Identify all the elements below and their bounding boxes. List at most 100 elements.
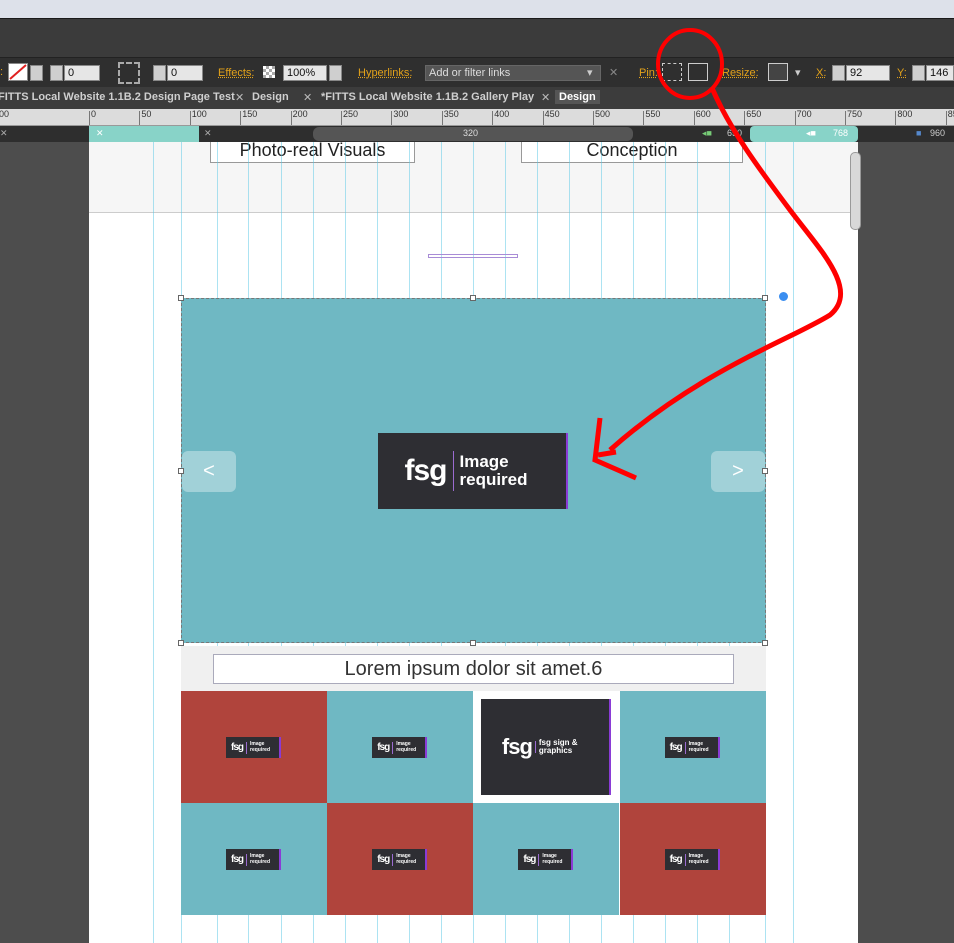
ruler-label: 100 [191, 109, 207, 119]
tab-design-active[interactable]: Design [555, 90, 600, 104]
image-required-text: Image required [250, 741, 271, 753]
no-fill-icon [9, 64, 27, 80]
ruler-label: 50 [141, 109, 152, 119]
thumbnail-item[interactable]: fsg Image required [181, 803, 327, 915]
ruler-label: 250 [343, 109, 359, 119]
ruler-label: 500 [595, 109, 611, 119]
fill-dropdown-chevron-down-icon[interactable] [30, 65, 43, 81]
document-tab-bar: FITTS Local Website 1.1B.2 Design Page T… [0, 87, 954, 109]
tab-gallery-test[interactable]: FITTS Local Website 1.1B.2 Design Page T… [0, 91, 235, 103]
logo-separator [538, 853, 540, 866]
ruler-label: 00 [0, 109, 10, 119]
ruler-tick [643, 111, 645, 125]
thumbnail-item[interactable]: fsg fsg sign & graphics [473, 691, 620, 803]
tab-close-icon[interactable]: ✕ [303, 91, 312, 104]
resize-label[interactable]: Resize: [722, 67, 759, 79]
fill-label-fragment: : [0, 66, 4, 78]
column-guide [153, 142, 154, 943]
vertical-scrollbar[interactable] [850, 152, 861, 230]
opacity-checker-icon [263, 66, 275, 78]
breakpoint-marker-icon[interactable]: ◂■ [702, 128, 712, 139]
logo-separator [684, 853, 686, 866]
fsg-logo: fsg [231, 854, 244, 865]
control-bar: : 0 0 Effects: 100% Hyperlinks: Add or f… [0, 57, 954, 87]
ruler-tick [189, 111, 191, 125]
breakpoint-remove-icon[interactable]: ✕ [96, 128, 104, 139]
ruler-tick [240, 111, 242, 125]
corner-radius-input[interactable]: 0 [167, 65, 203, 81]
thumbnail-placeholder-image: fsg Image required [226, 849, 281, 870]
tab-close-icon[interactable]: ✕ [235, 91, 244, 104]
fsg-logo: fsg [377, 742, 390, 753]
ruler-label: 550 [645, 109, 661, 119]
tab-design[interactable]: Design [252, 91, 289, 103]
effects-label[interactable]: Effects: [218, 67, 254, 79]
thumbnail-item[interactable]: fsg Image required [327, 803, 474, 915]
breakpoint-remove-icon[interactable]: ✕ [204, 128, 212, 139]
stroke-stepper[interactable] [50, 65, 63, 81]
thumbnail-placeholder-image: fsg Image required [226, 737, 281, 758]
breakpoint-768-marker-icon[interactable]: ◂■ [806, 128, 816, 139]
ruler-tick [542, 111, 544, 125]
corner-stepper[interactable] [153, 65, 166, 81]
tab-close-icon[interactable]: ✕ [541, 91, 550, 104]
breakpoint-min-range[interactable] [89, 126, 199, 142]
ruler-label: 750 [847, 109, 863, 119]
ruler-tick [945, 111, 947, 125]
clear-link-close-icon[interactable]: ✕ [609, 66, 618, 79]
ruler-label: 0 [91, 109, 97, 119]
y-stepper[interactable] [912, 65, 925, 81]
hyperlinks-input[interactable]: Add or filter links [425, 65, 601, 81]
ruler-tick [845, 111, 846, 125]
thumbnail-item[interactable]: fsg Image required [181, 691, 327, 803]
pin-center-icon[interactable] [688, 63, 708, 81]
breakpoint-650-value: 650 [727, 128, 743, 138]
slideshow-caption[interactable]: Lorem ipsum dolor sit amet.6 [213, 654, 734, 684]
resize-chevron-down-icon[interactable]: ▾ [795, 66, 801, 79]
thumbnail-placeholder-image: fsg Image required [372, 737, 428, 758]
tab-gallery-play[interactable]: *FITTS Local Website 1.1B.2 Gallery Play [321, 91, 534, 103]
logo-separator [684, 741, 686, 754]
ruler-label: 800 [897, 109, 913, 119]
fsg-logo: fsg [404, 454, 448, 487]
thumbnail-placeholder-image: fsg Image required [518, 849, 574, 870]
thumbnail-item[interactable]: fsg Image required [619, 803, 766, 915]
opacity-slider-arrow-icon[interactable] [329, 65, 342, 81]
y-input[interactable]: 146 [926, 65, 954, 81]
widget-options-icon[interactable] [777, 290, 790, 303]
thumbnail-item[interactable]: fsg Image required [619, 691, 766, 803]
selection-handle[interactable] [762, 295, 768, 301]
header-button-conception[interactable]: Conception [521, 141, 743, 163]
slideshow-widget[interactable]: < > fsg Image required [181, 298, 766, 643]
ruler-tick [290, 111, 292, 125]
fill-swatch[interactable] [8, 63, 28, 81]
pin-grid-icon[interactable] [662, 63, 682, 81]
resize-lock-icon[interactable] [768, 63, 788, 81]
ruler-tick [794, 111, 796, 125]
breakpoint-960-marker-icon[interactable]: ■ [916, 128, 921, 138]
ruler-tick [89, 111, 90, 125]
ruler-label: 300 [393, 109, 409, 119]
stroke-width-input[interactable]: 0 [64, 65, 100, 81]
selection-handle[interactable] [470, 295, 476, 301]
fsg-logo: fsg [669, 854, 683, 865]
selection-handle[interactable] [178, 295, 184, 301]
pin-label[interactable]: Pin: [639, 67, 658, 79]
slideshow-next-button[interactable]: > [711, 451, 765, 492]
selection-handle[interactable] [762, 468, 768, 474]
ruler-tick [693, 111, 695, 125]
hyperlinks-chevron-down-icon[interactable]: ▾ [587, 66, 593, 79]
breakpoint-close-icon[interactable]: ✕ [0, 128, 8, 139]
hyperlinks-label[interactable]: Hyperlinks: [358, 67, 412, 79]
x-stepper[interactable] [832, 65, 845, 81]
thumbnail-item[interactable]: fsg Image required [473, 803, 620, 915]
fsg-logo: fsg [377, 854, 390, 865]
slideshow-prev-button[interactable]: < [182, 451, 236, 492]
thumbnail-item[interactable]: fsg Image required [327, 691, 474, 803]
opacity-input[interactable]: 100% [283, 65, 327, 81]
ruler-tick [441, 111, 443, 125]
ruler-tick [492, 111, 494, 125]
image-required-text: Image required [542, 853, 563, 865]
selection-handle[interactable] [178, 468, 184, 474]
x-input[interactable]: 92 [846, 65, 890, 81]
